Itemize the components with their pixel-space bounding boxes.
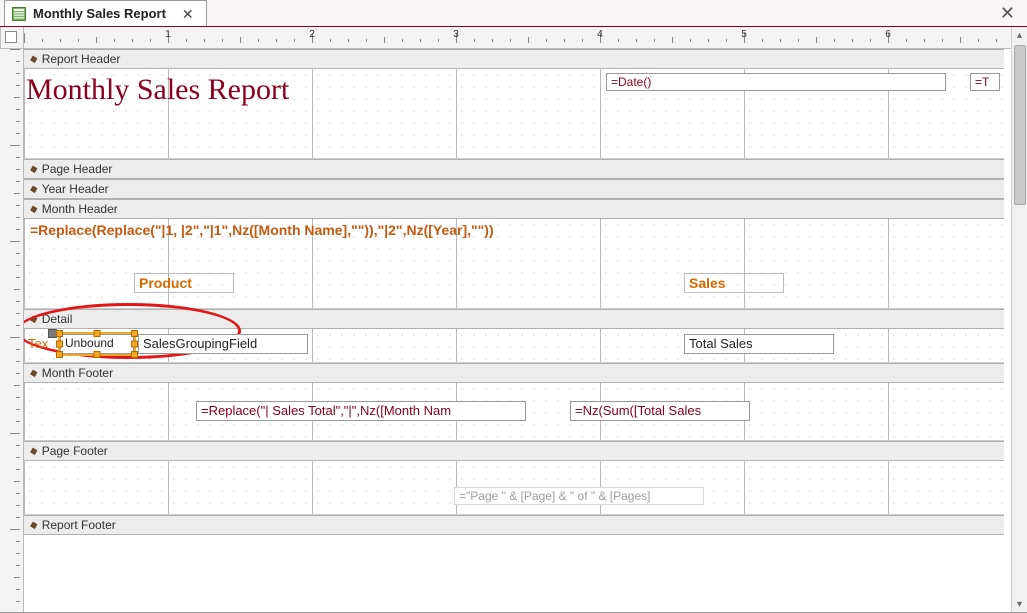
section-bar-label: Detail bbox=[42, 312, 73, 326]
section-marker-icon: ◆ bbox=[29, 313, 39, 326]
scroll-up-button[interactable]: ▴ bbox=[1013, 27, 1027, 43]
section-bar-page-footer[interactable]: ◆ Page Footer bbox=[24, 441, 1004, 461]
total-sales-textbox[interactable]: Total Sales bbox=[684, 334, 834, 354]
vertical-ruler[interactable] bbox=[0, 49, 24, 612]
month-year-expression-textbox[interactable]: =Replace(Replace("|1, |2","|1",Nz([Month… bbox=[26, 221, 986, 239]
selection-handle[interactable] bbox=[131, 330, 138, 337]
section-bar-report-footer[interactable]: ◆ Report Footer bbox=[24, 515, 1004, 535]
window-close-button[interactable]: ✕ bbox=[996, 3, 1019, 24]
month-sales-total-sum-expression[interactable]: =Nz(Sum([Total Sales bbox=[570, 401, 750, 421]
selection-handle[interactable] bbox=[56, 341, 63, 348]
sales-grouping-field-textbox[interactable]: SalesGroupingField bbox=[138, 334, 308, 354]
report-title-label[interactable]: Monthly Sales Report bbox=[26, 73, 289, 107]
section-bar-label: Year Header bbox=[42, 182, 109, 196]
section-bar-label: Report Header bbox=[42, 52, 121, 66]
selection-handle[interactable] bbox=[94, 330, 101, 337]
section-body-month-header[interactable]: =Replace(Replace("|1, |2","|1",Nz([Month… bbox=[24, 219, 1004, 309]
section-bar-detail[interactable]: ◆ Detail bbox=[24, 309, 1004, 329]
selection-handle[interactable] bbox=[94, 351, 101, 358]
section-marker-icon: ◆ bbox=[29, 53, 39, 66]
date-textbox[interactable]: =Date() bbox=[606, 73, 946, 91]
section-marker-icon: ◆ bbox=[29, 519, 39, 532]
document-tab-strip: Monthly Sales Report ✕ ✕ bbox=[0, 0, 1027, 27]
ruler-inch-label: 4 bbox=[597, 29, 603, 40]
report-icon bbox=[11, 6, 27, 22]
section-bar-label: Page Footer bbox=[42, 444, 108, 458]
ruler-inch-label: 2 bbox=[309, 29, 315, 40]
section-bar-report-header[interactable]: ◆ Report Header bbox=[24, 49, 1004, 69]
section-body-month-footer[interactable]: =Replace("| Sales Total","|",Nz([Month N… bbox=[24, 383, 1004, 441]
tab-title: Monthly Sales Report bbox=[33, 6, 166, 21]
ruler-inch-label: 5 bbox=[741, 29, 747, 40]
section-body-report-header[interactable]: Monthly Sales Report =Date() =T bbox=[24, 69, 1004, 159]
section-body-page-footer[interactable]: ="Page " & [Page] & " of " & [Pages] bbox=[24, 461, 1004, 515]
selection-handle[interactable] bbox=[56, 351, 63, 358]
sales-column-label[interactable]: Sales bbox=[684, 273, 784, 293]
ruler-inch-label: 3 bbox=[453, 29, 459, 40]
scroll-thumb[interactable] bbox=[1014, 45, 1026, 205]
section-bar-label: Report Footer bbox=[42, 518, 116, 532]
section-bar-label: Page Header bbox=[42, 162, 113, 176]
ruler-corner-selector[interactable] bbox=[0, 27, 24, 49]
section-bar-month-header[interactable]: ◆ Month Header bbox=[24, 199, 1004, 219]
section-bar-month-footer[interactable]: ◆ Month Footer bbox=[24, 363, 1004, 383]
section-body-detail[interactable]: Tex Unbound SalesGroupingField Total Sal… bbox=[24, 329, 1004, 363]
ruler-inch-label: 6 bbox=[885, 29, 891, 40]
scroll-down-button[interactable]: ▾ bbox=[1013, 596, 1027, 612]
tab-monthly-sales-report[interactable]: Monthly Sales Report ✕ bbox=[4, 0, 207, 26]
time-textbox-fragment[interactable]: =T bbox=[970, 73, 1000, 91]
section-marker-icon: ◆ bbox=[29, 367, 39, 380]
section-marker-icon: ◆ bbox=[29, 203, 39, 216]
product-column-label[interactable]: Product bbox=[134, 273, 234, 293]
horizontal-ruler[interactable]: 1 2 3 4 5 6 bbox=[24, 27, 1011, 49]
tab-close-button[interactable]: ✕ bbox=[180, 7, 196, 21]
selection-handle[interactable] bbox=[131, 341, 138, 348]
section-marker-icon: ◆ bbox=[29, 445, 39, 458]
report-design-workspace: 1 2 3 4 5 6 ▴ ▾ ◆ Report Header Monthly Sales… bbox=[0, 27, 1027, 613]
design-canvas[interactable]: ◆ Report Header Monthly Sales Report =Da… bbox=[24, 49, 1011, 612]
section-bar-year-header[interactable]: ◆ Year Header bbox=[24, 179, 1004, 199]
month-sales-total-label-expression[interactable]: =Replace("| Sales Total","|",Nz([Month N… bbox=[196, 401, 526, 421]
selection-handle[interactable] bbox=[131, 351, 138, 358]
section-marker-icon: ◆ bbox=[29, 163, 39, 176]
unbound-textbox-selected[interactable]: Unbound bbox=[60, 334, 134, 354]
design-surface: ◆ Report Header Monthly Sales Report =Da… bbox=[24, 49, 1004, 535]
page-number-expression-textbox[interactable]: ="Page " & [Page] & " of " & [Pages] bbox=[454, 487, 704, 505]
section-marker-icon: ◆ bbox=[29, 183, 39, 196]
selection-handle[interactable] bbox=[56, 330, 63, 337]
section-bar-page-header[interactable]: ◆ Page Header bbox=[24, 159, 1004, 179]
vertical-scrollbar[interactable]: ▴ ▾ bbox=[1011, 27, 1027, 612]
section-bar-label: Month Header bbox=[42, 202, 118, 216]
section-bar-label: Month Footer bbox=[42, 366, 113, 380]
ruler-inch-label: 1 bbox=[165, 29, 171, 40]
